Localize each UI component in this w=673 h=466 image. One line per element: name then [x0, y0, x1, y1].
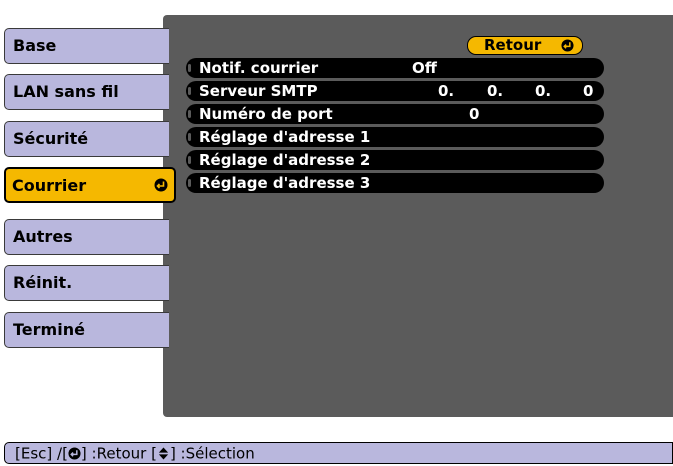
help-text-retour: ] :Retour [	[80, 444, 157, 463]
ip-octet-4[interactable]: 0	[583, 81, 593, 101]
sidebar-item-label: Courrier	[12, 176, 87, 195]
setting-label: Réglage d'adresse 1	[199, 128, 371, 146]
row-notch	[188, 64, 191, 72]
setting-row-reglage-adresse-1[interactable]: Réglage d'adresse 1	[186, 127, 604, 147]
setting-row-reglage-adresse-2[interactable]: Réglage d'adresse 2	[186, 150, 604, 170]
setting-label: Réglage d'adresse 2	[199, 151, 371, 169]
sidebar-item-termine[interactable]: Terminé	[4, 312, 169, 348]
sidebar-item-label: Terminé	[13, 320, 85, 339]
ip-octet-3[interactable]: 0.	[535, 81, 551, 101]
setting-value: Off	[412, 59, 437, 77]
sidebar-item-base[interactable]: Base	[4, 28, 169, 64]
enter-icon	[68, 447, 81, 460]
sidebar-item-reinit[interactable]: Réinit.	[4, 265, 169, 301]
enter-icon	[561, 39, 574, 52]
ip-octet-1[interactable]: 0.	[438, 81, 454, 101]
row-notch	[188, 179, 191, 187]
help-bar: [Esc] /[ ] :Retour [ ] :Sélection	[4, 442, 673, 464]
sidebar-item-label: Base	[13, 36, 57, 55]
sidebar-item-securite[interactable]: Sécurité	[4, 121, 169, 157]
setting-row-numero-de-port[interactable]: Numéro de port 0	[186, 104, 604, 124]
sidebar-item-lan-sans-fil[interactable]: LAN sans fil	[4, 74, 169, 110]
row-notch	[188, 156, 191, 164]
back-button[interactable]: Retour	[467, 36, 583, 55]
ip-octet-2[interactable]: 0.	[487, 81, 503, 101]
sidebar-item-courrier[interactable]: Courrier	[4, 167, 176, 203]
back-button-label: Retour	[484, 36, 542, 54]
up-down-arrows-icon	[158, 447, 169, 460]
setting-label: Notif. courrier	[199, 59, 319, 77]
setting-value: 0	[469, 105, 480, 123]
sidebar-item-label: LAN sans fil	[13, 82, 119, 101]
help-text-esc: [Esc] /[	[15, 444, 68, 463]
setting-row-notif-courrier[interactable]: Notif. courrier Off	[186, 58, 604, 78]
row-notch	[188, 110, 191, 118]
setting-row-serveur-smtp[interactable]: Serveur SMTP 0. 0. 0. 0	[186, 81, 604, 101]
sidebar-item-label: Sécurité	[13, 129, 89, 148]
row-notch	[188, 87, 191, 95]
enter-icon	[154, 178, 168, 192]
setting-label: Serveur SMTP	[199, 82, 318, 100]
sidebar-item-autres[interactable]: Autres	[4, 219, 169, 255]
sidebar-item-label: Réinit.	[13, 273, 73, 292]
setting-label: Numéro de port	[199, 105, 333, 123]
setting-row-reglage-adresse-3[interactable]: Réglage d'adresse 3	[186, 173, 604, 193]
sidebar-item-label: Autres	[13, 227, 73, 246]
row-notch	[188, 133, 191, 141]
help-text-selection: ] :Sélection	[169, 444, 255, 463]
setting-label: Réglage d'adresse 3	[199, 174, 371, 192]
